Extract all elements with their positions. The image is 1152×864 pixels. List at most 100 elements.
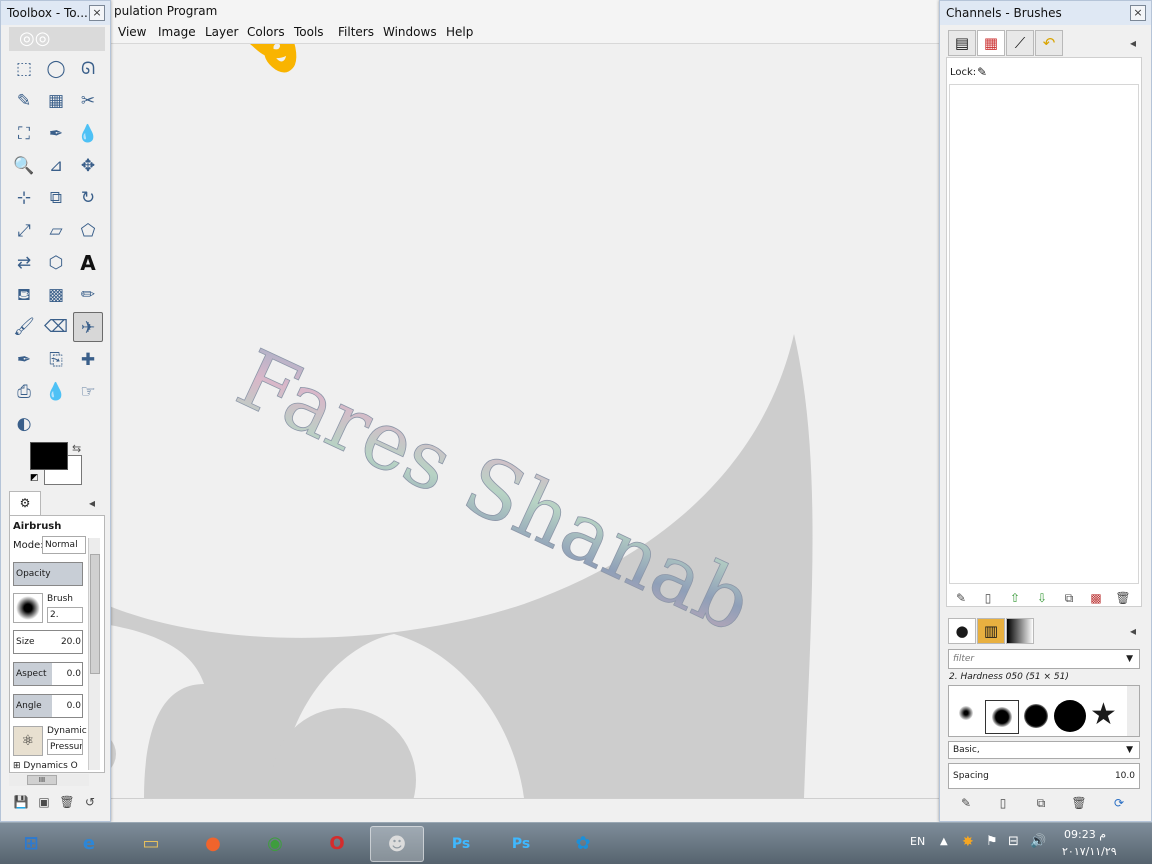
- save-options-icon[interactable]: 💾: [12, 793, 30, 811]
- tool-options-tab[interactable]: ⚙: [9, 491, 41, 515]
- language-indicator[interactable]: EN: [910, 835, 925, 848]
- menu-tools[interactable]: Tools: [294, 25, 324, 39]
- dynamics-field[interactable]: Pressur: [47, 739, 83, 755]
- tab-brushes[interactable]: ●: [948, 618, 976, 644]
- opacity-slider[interactable]: Opacity: [13, 562, 83, 586]
- brush-hardness-075[interactable]: [1024, 704, 1048, 728]
- edit-brush-icon[interactable]: ✎: [957, 794, 975, 812]
- tab-gradients[interactable]: [1006, 618, 1034, 644]
- options-hscrollbar[interactable]: III: [9, 774, 89, 786]
- eraser-icon[interactable]: ⌫: [41, 312, 71, 342]
- duplicate-channel-icon[interactable]: ⧉: [1060, 589, 1078, 607]
- start-button[interactable]: ⊞: [4, 826, 58, 862]
- delete-brush-icon[interactable]: 🗑: [1070, 794, 1088, 812]
- brush-hardness-100[interactable]: [1054, 700, 1086, 732]
- channel-to-selection-icon[interactable]: ▩: [1087, 589, 1105, 607]
- taskbar-chrome[interactable]: ◉: [248, 826, 302, 862]
- scale-icon[interactable]: ⤢: [9, 216, 39, 246]
- ellipse-select-icon[interactable]: ◯: [41, 54, 71, 84]
- foreground-select-icon[interactable]: ⛶: [9, 119, 39, 149]
- shear-icon[interactable]: ▱: [41, 216, 71, 246]
- blend-icon[interactable]: ▩: [41, 280, 71, 310]
- dock-close-button[interactable]: ×: [1130, 5, 1146, 21]
- taskbar-media[interactable]: ✿: [556, 826, 610, 862]
- edit-channel-icon[interactable]: ✎: [952, 589, 970, 607]
- menu-windows[interactable]: Windows: [383, 25, 437, 39]
- brushes-tab-menu-icon[interactable]: ◂: [1124, 622, 1142, 640]
- tab-menu-icon[interactable]: ◂: [83, 494, 101, 512]
- brush-star-icon[interactable]: ★: [1090, 698, 1117, 732]
- brush-filter-input[interactable]: filter ▼: [948, 649, 1140, 669]
- hscroll-thumb[interactable]: III: [27, 775, 57, 785]
- tab-paths[interactable]: ⟋: [1006, 30, 1034, 56]
- foreground-color-swatch[interactable]: [30, 442, 68, 470]
- taskbar-opera[interactable]: O: [310, 826, 364, 862]
- new-channel-icon[interactable]: ▯: [979, 589, 997, 607]
- raise-channel-icon[interactable]: ⇧: [1006, 589, 1024, 607]
- paintbrush-icon[interactable]: 🖌: [9, 312, 39, 342]
- brush-preview[interactable]: [13, 593, 43, 623]
- rotate-icon[interactable]: ↻: [73, 183, 103, 213]
- taskbar-explorer[interactable]: ▭: [124, 826, 178, 862]
- size-slider[interactable]: Size 20.0: [13, 630, 83, 654]
- taskbar-firefox[interactable]: ●: [186, 826, 240, 862]
- brush-selected-frame[interactable]: [985, 700, 1019, 734]
- zoom-icon[interactable]: 🔍: [9, 151, 39, 181]
- dynamics-icon[interactable]: ⚛: [13, 726, 43, 756]
- paths-icon[interactable]: ✒: [41, 119, 71, 149]
- brush-preset-dropdown[interactable]: Basic, ▼: [948, 741, 1140, 759]
- menu-help[interactable]: Help: [446, 25, 473, 39]
- ink-icon[interactable]: ✒: [9, 345, 39, 375]
- taskbar-ie[interactable]: e: [62, 826, 116, 862]
- measure-icon[interactable]: ⊿: [41, 151, 71, 181]
- network-icon[interactable]: ⊟: [1008, 834, 1019, 849]
- move-icon[interactable]: ✥: [73, 151, 103, 181]
- heal-icon[interactable]: ✚: [73, 345, 103, 375]
- restore-options-icon[interactable]: ▣: [35, 793, 53, 811]
- filter-dropdown-icon[interactable]: ▼: [1126, 650, 1133, 668]
- brush-name-field[interactable]: 2. Hard: [47, 607, 83, 623]
- taskbar-photoshop-2[interactable]: Ps: [494, 826, 548, 862]
- swap-colors-icon[interactable]: ⇆: [72, 442, 81, 455]
- airbrush-icon[interactable]: ✈: [73, 312, 103, 343]
- menu-filters[interactable]: Filters: [338, 25, 374, 39]
- angle-slider[interactable]: Angle 0.0: [13, 694, 83, 718]
- menu-layer[interactable]: Layer: [205, 25, 238, 39]
- delete-options-icon[interactable]: 🗑: [58, 793, 76, 811]
- default-colors-icon[interactable]: ◩: [30, 473, 39, 483]
- text-icon[interactable]: A: [73, 248, 103, 278]
- flip-icon[interactable]: ⇄: [9, 248, 39, 278]
- flag-icon[interactable]: ⚑: [986, 834, 998, 849]
- perspective-clone-icon[interactable]: ⎙: [9, 377, 39, 407]
- dynamics-options-expander[interactable]: ⊞ Dynamics O: [13, 761, 78, 771]
- reset-options-icon[interactable]: ↺: [81, 793, 99, 811]
- tab-undo[interactable]: ↶: [1035, 30, 1063, 56]
- tab-channels[interactable]: ▦: [977, 30, 1005, 56]
- scrollbar-thumb[interactable]: [90, 554, 100, 674]
- refresh-brushes-icon[interactable]: ⟳: [1110, 794, 1128, 812]
- menu-image[interactable]: Image: [158, 25, 196, 39]
- lower-channel-icon[interactable]: ⇩: [1033, 589, 1051, 607]
- dodge-burn-icon[interactable]: ◐: [9, 409, 39, 439]
- lock-pixels-icon[interactable]: ✎: [977, 65, 987, 79]
- clock-time[interactable]: 09:23 م: [1064, 828, 1106, 841]
- mode-dropdown[interactable]: Normal: [42, 536, 86, 554]
- aspect-slider[interactable]: Aspect R... 0.0: [13, 662, 83, 686]
- rect-select-icon[interactable]: ⬚: [9, 54, 39, 84]
- fuzzy-select-icon[interactable]: ✎: [9, 86, 39, 116]
- channels-list[interactable]: [949, 84, 1139, 584]
- channels-tab-menu-icon[interactable]: ◂: [1124, 34, 1142, 52]
- perspective-icon[interactable]: ⬠: [73, 216, 103, 246]
- image-canvas[interactable]: Fares Shanab هذه زات وضع متعدد: [104, 44, 940, 798]
- options-scrollbar[interactable]: [88, 538, 100, 770]
- blur-icon[interactable]: 💧: [41, 377, 71, 407]
- lasso-icon[interactable]: ᘏ: [73, 54, 103, 84]
- menu-view[interactable]: View: [118, 25, 146, 39]
- taskbar-gimp[interactable]: ☻: [370, 826, 424, 862]
- volume-icon[interactable]: 🔊: [1030, 834, 1046, 849]
- color-picker-icon[interactable]: 💧: [73, 119, 103, 149]
- taskbar-photoshop-1[interactable]: Ps: [434, 826, 488, 862]
- delete-channel-icon[interactable]: 🗑: [1114, 589, 1132, 607]
- brush-grid[interactable]: ★: [948, 685, 1140, 737]
- scissors-icon[interactable]: ✂: [73, 86, 103, 116]
